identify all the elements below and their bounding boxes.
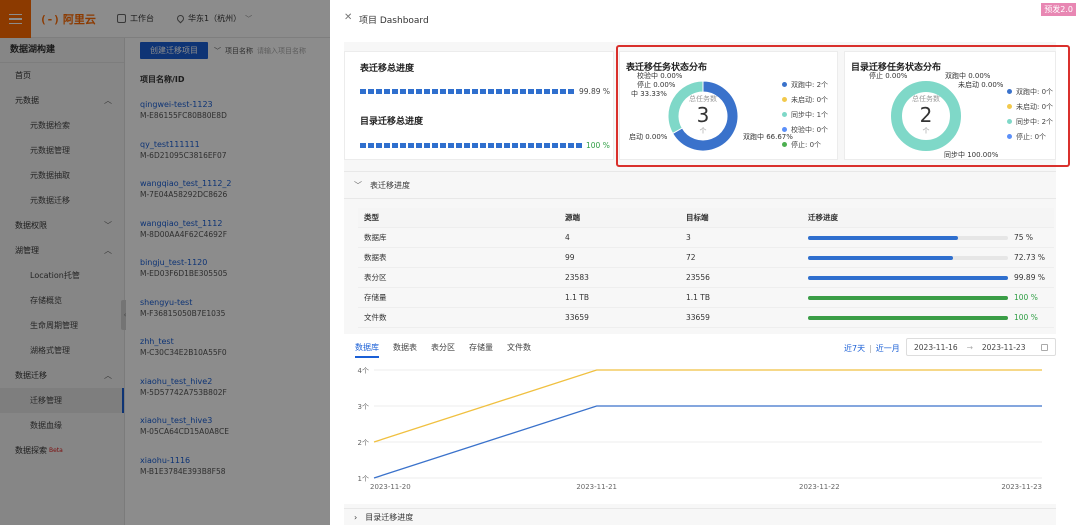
y-tick-label: 1个	[358, 475, 369, 483]
chevron-down-icon: ﹀	[354, 180, 362, 190]
y-tick-label: 2个	[358, 439, 369, 447]
table-cell: 23556	[686, 273, 710, 282]
x-tick-label: 2023-11-22	[799, 483, 840, 491]
row-progress-fill	[808, 296, 1008, 300]
modal-backdrop[interactable]	[0, 0, 330, 525]
table-cell: 33659	[565, 313, 589, 322]
range-7d-link[interactable]: 近7天	[844, 344, 865, 353]
table-cell: 3	[686, 233, 691, 242]
row-progress-bar	[808, 316, 1008, 320]
row-progress-fill	[808, 236, 958, 240]
row-progress-value: 72.73 %	[1014, 253, 1045, 262]
dashboard-drawer: ✕ 项目 Dashboard 预发2.0 表迁移总进度 99.89 % 目录迁移…	[330, 0, 1080, 525]
row-progress-fill	[808, 316, 1008, 320]
table-cell: 文件数	[364, 313, 387, 322]
trend-tab[interactable]: 表分区	[431, 342, 455, 358]
dir-progress-title: 目录迁移总进度	[360, 117, 424, 127]
overall-progress-card: 表迁移总进度 99.89 % 目录迁移总进度 100 %	[344, 51, 614, 160]
close-icon[interactable]: ✕	[344, 12, 352, 23]
range-links: 近7天 | 近一月	[844, 344, 900, 353]
trend-line-chart: 1个 2个 3个 4个 2023-11-20 2023-11-21 2023-11-22 20…	[358, 367, 1042, 491]
table-cell: 数据表	[364, 253, 387, 262]
table-progress-section-header[interactable]: ﹀ 表迁移进度	[344, 171, 1056, 199]
y-tick-label: 3个	[358, 403, 369, 411]
column-header: 目标端	[686, 213, 709, 222]
table-cell: 4	[565, 233, 570, 242]
row-progress-fill	[808, 256, 954, 260]
x-tick-label: 2023-11-20	[370, 483, 411, 491]
trend-tab[interactable]: 数据表	[393, 342, 417, 358]
table-cell: 数据库	[364, 233, 387, 242]
table-cell: 23583	[565, 273, 589, 282]
column-header: 类型	[364, 213, 379, 222]
trend-tab[interactable]: 存储量	[469, 342, 493, 358]
dir-progress-bar: 100 %	[360, 140, 610, 150]
table-progress-bar: 99.89 %	[360, 86, 610, 96]
x-tick-label: 2023-11-23	[1001, 483, 1042, 491]
highlight-frame	[616, 45, 1070, 167]
row-progress-value: 100 %	[1014, 293, 1038, 302]
range-1m-link[interactable]: 近一月	[876, 344, 900, 353]
table-row: 数据表 99 72 72.73 %	[358, 248, 1054, 268]
date-range-picker[interactable]: 2023-11-16 → 2023-11-23	[906, 338, 1056, 356]
row-progress-fill	[808, 276, 1008, 280]
table-row: 数据库 4 3 75 %	[358, 228, 1054, 248]
table-row: 文件数 33659 33659 100 %	[358, 308, 1054, 328]
trend-tab[interactable]: 数据库	[355, 342, 379, 358]
drawer-body: 表迁移总进度 99.89 % 目录迁移总进度 100 % 表迁移任务状态分布 总…	[344, 42, 1070, 525]
calendar-icon	[1041, 343, 1048, 351]
table-cell: 1.1 TB	[686, 293, 711, 302]
row-progress-bar	[808, 236, 1008, 240]
chevron-right-icon: ›	[354, 512, 358, 522]
table-cell: 1.1 TB	[565, 293, 590, 302]
row-progress-bar	[808, 256, 1008, 260]
x-tick-label: 2023-11-21	[576, 483, 617, 491]
row-progress-value: 100 %	[1014, 313, 1038, 322]
column-header: 源端	[565, 213, 580, 222]
table-progress-title: 表迁移总进度	[360, 64, 415, 74]
table-cell: 表分区	[364, 273, 387, 282]
y-tick-label: 4个	[358, 367, 369, 375]
dir-progress-section-header[interactable]: › 目录迁移进度	[344, 508, 1056, 525]
table-cell: 存储量	[364, 293, 387, 302]
table-row: 存储量 1.1 TB 1.1 TB 100 %	[358, 288, 1054, 308]
table-row: 表分区 23583 23556 99.89 %	[358, 268, 1054, 288]
row-progress-bar	[808, 276, 1008, 280]
table-cell: 72	[686, 253, 696, 262]
drawer-title: 项目 Dashboard	[359, 16, 429, 26]
trend-tab[interactable]: 文件数	[507, 342, 531, 358]
table-cell: 33659	[686, 313, 710, 322]
trend-chart-card: 数据库 数据表 表分区 存储量 文件数 近7天 | 近一月 2023-11-16 → 202…	[344, 334, 1056, 504]
trend-tabs: 数据库 数据表 表分区 存储量 文件数	[355, 342, 531, 358]
column-header: 迁移进度	[808, 213, 838, 222]
row-progress-bar	[808, 296, 1008, 300]
table-header-row: 类型 源端 目标端 迁移进度	[358, 208, 1054, 228]
env-badge: 预发2.0	[1041, 3, 1076, 16]
row-progress-value: 75 %	[1014, 233, 1034, 242]
table-cell: 99	[565, 253, 575, 262]
row-progress-value: 99.89 %	[1014, 273, 1045, 282]
